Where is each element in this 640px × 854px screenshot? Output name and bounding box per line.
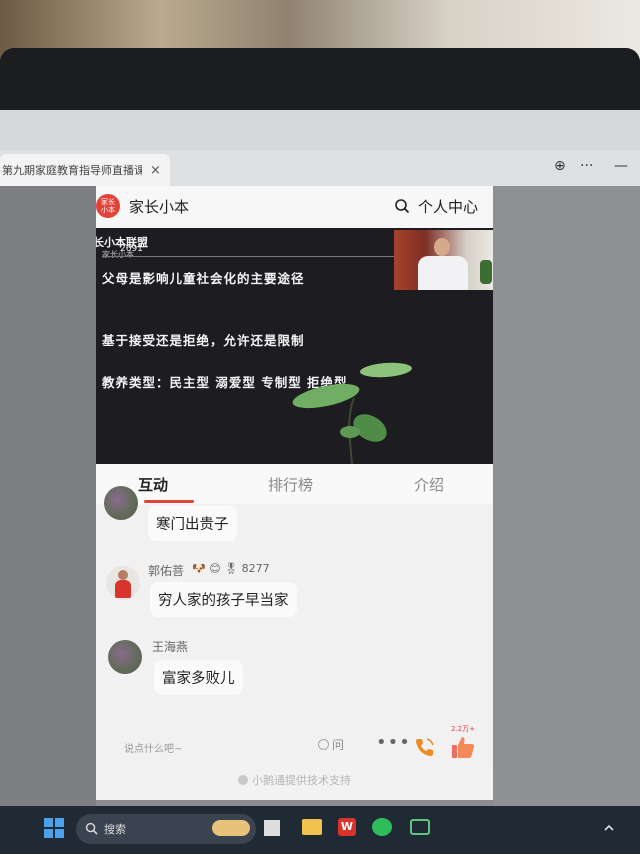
taskbar-search-label: 搜索 [104,823,126,836]
page-side-right [493,186,640,806]
app-header: 家长 小本 家长小本 个人中心 [96,186,493,229]
thumbs-up-icon[interactable] [450,734,476,760]
wechat-icon[interactable] [372,818,392,836]
comment-input-bar: 说点什么吧~ 问 ••• 2.2万+ [96,724,493,766]
user-badges: 🐶 😊 🎖 8277 [192,562,270,575]
slide-line-2: 基于接受还是拒绝，允许还是限制 [102,333,305,348]
tab-interaction[interactable]: 互动 [138,474,168,495]
browser-tab-bar: 第九期家庭教育指导师直播课 × ⊕ ··· — [0,150,640,186]
logo-text-bottom: 小本 [101,206,115,214]
viewer-count: 2691 [120,244,143,254]
content-tabs: 互动 排行榜 介绍 [96,464,493,504]
xiaoe-logo-icon [238,775,248,785]
file-explorer-icon[interactable] [302,819,322,835]
message-username: 王海燕 [152,640,189,654]
teacher-camera-feed [394,230,493,290]
browser-top-strip [0,110,640,150]
like-count: 2.2万+ [451,725,475,733]
logo-text-top: 家长 [101,198,115,206]
tab-title: 第九期家庭教育指导师直播课 [2,164,142,177]
windows-start-icon[interactable] [44,818,64,838]
minimize-icon[interactable]: — [614,158,628,174]
tab-leaderboard[interactable]: 排行榜 [268,474,313,495]
phone-call-icon[interactable] [414,736,436,758]
tab-introduction[interactable]: 介绍 [414,474,444,495]
live-video-player[interactable]: 家长小本联盟 家长小本 2691 父母是影响儿童社会化的主要途径 基于接受还是拒… [96,228,493,464]
ask-label: 问 [332,738,345,752]
search-highlight-icon[interactable] [212,820,250,836]
live-class-app: 家长 小本 家长小本 个人中心 家长小本联盟 家长小本 2691 父母是影响儿童… [96,186,493,800]
avatar[interactable] [106,566,140,600]
app-name: 家长小本 [129,198,190,216]
monitor-screen: 第九期家庭教育指导师直播课 × ⊕ ··· — 家长 小本 家长小本 个人中心 … [0,110,640,854]
plant-sprout-icon [292,362,412,464]
message-bubble: 寒门出贵子 [148,506,237,541]
remote-desktop-icon[interactable] [410,819,430,835]
windows-taskbar: 搜索 W [0,806,640,854]
chat-list: 寒门出贵子 郭佑菩 🐶 😊 🎖 8277 穷人家的孩子早当家 王海燕 富家多败儿 [96,486,493,724]
tech-support-text: 小鹅通提供技术支持 [252,774,351,787]
personal-center-link[interactable]: 个人中心 [418,196,478,217]
message-username: 郭佑菩 [148,564,185,578]
avatar[interactable] [108,640,142,674]
task-view-icon[interactable] [264,820,280,836]
page-side-left [0,186,96,806]
wps-office-icon[interactable]: W [338,818,356,836]
ask-icon [318,739,329,750]
active-tab-indicator [144,500,194,503]
tray-chevron-icon[interactable] [602,820,616,834]
comment-input[interactable]: 说点什么吧~ [124,740,182,755]
ask-question-button[interactable]: 问 [318,736,344,753]
taskbar-search-icon [85,822,98,835]
app-logo[interactable]: 家长 小本 [96,194,120,218]
tab-close-icon[interactable]: × [150,163,161,178]
avatar[interactable] [104,486,138,520]
tech-support-footer: 小鹅通提供技术支持 [96,772,493,788]
search-icon[interactable] [394,198,410,214]
message-bubble: 富家多败儿 [154,660,243,695]
more-options-icon[interactable]: ••• [376,732,411,753]
browser-tab[interactable]: 第九期家庭教育指导师直播课 × [0,154,170,186]
browser-menu-icon[interactable]: ··· [580,158,593,174]
message-bubble: 穷人家的孩子早当家 [150,582,297,617]
slide-divider [102,256,402,257]
globe-icon[interactable]: ⊕ [554,158,566,174]
slide-line-1: 父母是影响儿童社会化的主要途径 [102,271,305,286]
